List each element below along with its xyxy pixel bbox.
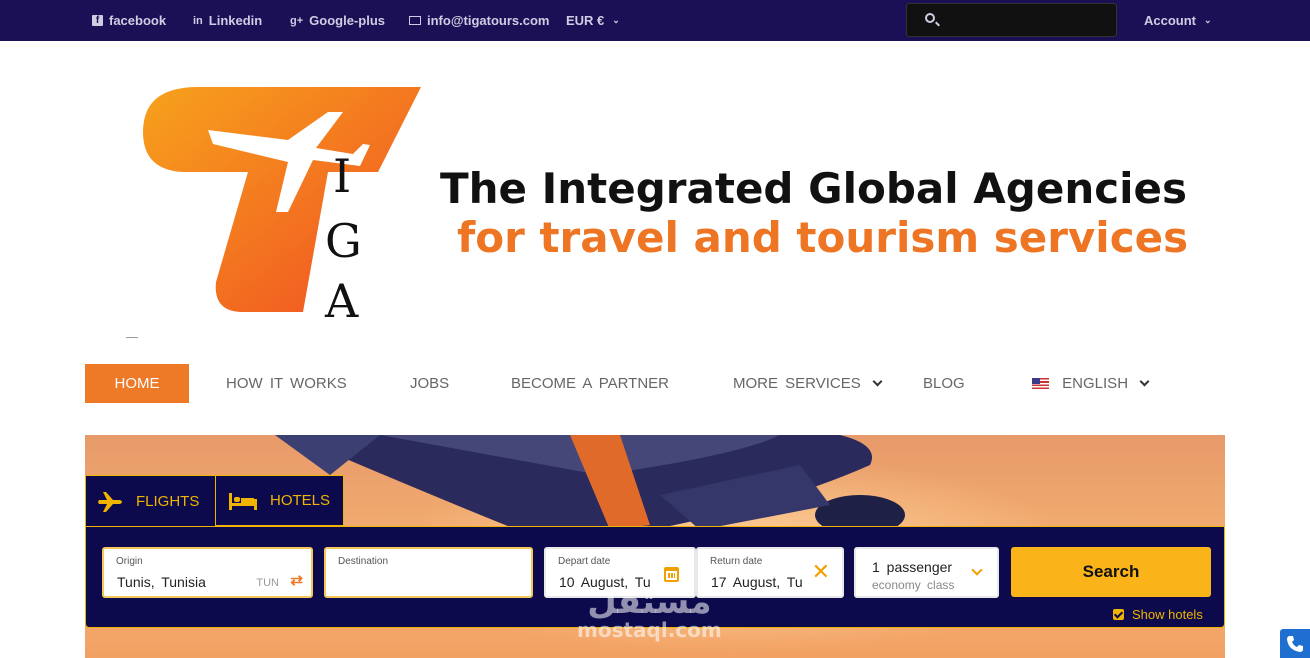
return-value: 17 August, Tu <box>711 574 803 590</box>
email-label: info@tigatours.com <box>427 13 550 28</box>
currency-dropdown[interactable]: EUR € ⌄ <box>566 13 620 28</box>
chevron-down-icon <box>1139 376 1150 387</box>
tiga-logo[interactable]: I G A <box>138 82 428 326</box>
facebook-link[interactable]: f facebook <box>92 13 166 28</box>
checkbox-checked-icon[interactable] <box>1113 609 1124 620</box>
show-hotels-label: Show hotels <box>1132 607 1203 622</box>
account-label: Account <box>1144 13 1196 28</box>
linkedin-label: Linkedin <box>208 13 263 28</box>
depart-label: Depart date <box>558 556 611 567</box>
logo-letter: I <box>333 149 351 203</box>
tagline-subtitle: for travel and tourism services <box>457 213 1189 262</box>
bed-icon <box>229 492 257 510</box>
facebook-icon: f <box>92 15 103 26</box>
search-button[interactable]: Search <box>1011 547 1211 597</box>
chevron-down-icon <box>872 376 883 387</box>
nav-label: ENGLISH <box>1062 375 1129 392</box>
nav-more-services[interactable]: MORE SERVICES <box>733 364 883 403</box>
chevron-down-icon: ⌄ <box>612 15 620 25</box>
googleplus-icon: g+ <box>290 14 304 27</box>
tagline-title: The Integrated Global Agencies <box>440 164 1187 213</box>
googleplus-label: Google-plus <box>309 13 385 28</box>
watermark-arabic: مستقل <box>587 582 712 622</box>
nav-label: BECOME A PARTNER <box>511 375 669 392</box>
currency-label: EUR € <box>566 13 605 28</box>
nav-home[interactable]: HOME <box>85 364 189 403</box>
origin-field[interactable]: Origin Tunis, Tunisia TUN ⇄ <box>102 547 313 598</box>
nav-label: HOW IT WORKS <box>226 375 347 392</box>
show-hotels-checkbox[interactable]: Show hotels <box>1113 607 1203 622</box>
us-flag-icon <box>1032 378 1049 389</box>
search-icon <box>925 13 935 23</box>
chevron-down-icon <box>971 564 983 576</box>
origin-value: Tunis, Tunisia <box>117 574 206 590</box>
origin-label: Origin <box>116 556 143 567</box>
main-nav: HOME HOW IT WORKS JOBS BECOME A PARTNER … <box>85 364 1185 403</box>
top-bar: f facebook in Linkedin g+ Google-plus in… <box>0 0 1310 41</box>
nav-how-it-works[interactable]: HOW IT WORKS <box>226 364 347 403</box>
watermark-latin: mostaql.com <box>577 618 722 642</box>
account-dropdown[interactable]: Account ⌄ <box>1144 13 1212 28</box>
origin-code: TUN <box>256 577 279 589</box>
top-search-box[interactable] <box>906 3 1117 37</box>
nav-blog[interactable]: BLOG <box>923 364 965 403</box>
cabin-class: economy class <box>872 578 955 592</box>
nav-label: BLOG <box>923 375 965 392</box>
top-search-input[interactable] <box>945 10 1110 30</box>
nav-label: JOBS <box>410 375 450 392</box>
return-label: Return date <box>710 556 763 567</box>
call-button[interactable] <box>1280 629 1310 658</box>
destination-field[interactable]: Destination <box>324 547 533 598</box>
facebook-label: facebook <box>109 13 167 28</box>
nav-label: HOME <box>114 375 160 392</box>
airplane-icon <box>98 491 122 512</box>
divider <box>126 337 138 338</box>
watermark: مستقل mostaql.com <box>577 585 722 641</box>
passengers-dropdown[interactable]: 1 passenger economy class <box>854 547 999 598</box>
phone-icon <box>1287 636 1303 652</box>
linkedin-link[interactable]: in Linkedin <box>193 13 262 28</box>
tab-label: HOTELS <box>270 492 331 509</box>
destination-label: Destination <box>338 556 389 567</box>
tab-flights[interactable]: FLIGHTS <box>85 475 216 527</box>
passenger-count: 1 passenger <box>872 559 953 575</box>
nav-become-partner[interactable]: BECOME A PARTNER <box>511 364 669 403</box>
nav-language[interactable]: ENGLISH <box>1032 364 1150 403</box>
nav-label: MORE SERVICES <box>733 375 861 392</box>
email-link[interactable]: info@tigatours.com <box>409 13 549 28</box>
linkedin-icon: in <box>193 14 203 27</box>
logo-letter: G <box>325 214 362 268</box>
tab-label: FLIGHTS <box>136 493 200 510</box>
tab-hotels[interactable]: HOTELS <box>216 475 344 526</box>
logo-letter: A <box>324 274 359 326</box>
googleplus-link[interactable]: g+ Google-plus <box>290 13 385 28</box>
nav-jobs[interactable]: JOBS <box>410 364 449 403</box>
swap-icon[interactable]: ⇄ <box>290 571 303 589</box>
chevron-down-icon: ⌄ <box>1204 15 1212 25</box>
envelope-icon <box>409 16 421 25</box>
clear-icon[interactable]: ✕ <box>812 561 830 583</box>
calendar-icon[interactable] <box>664 567 679 582</box>
